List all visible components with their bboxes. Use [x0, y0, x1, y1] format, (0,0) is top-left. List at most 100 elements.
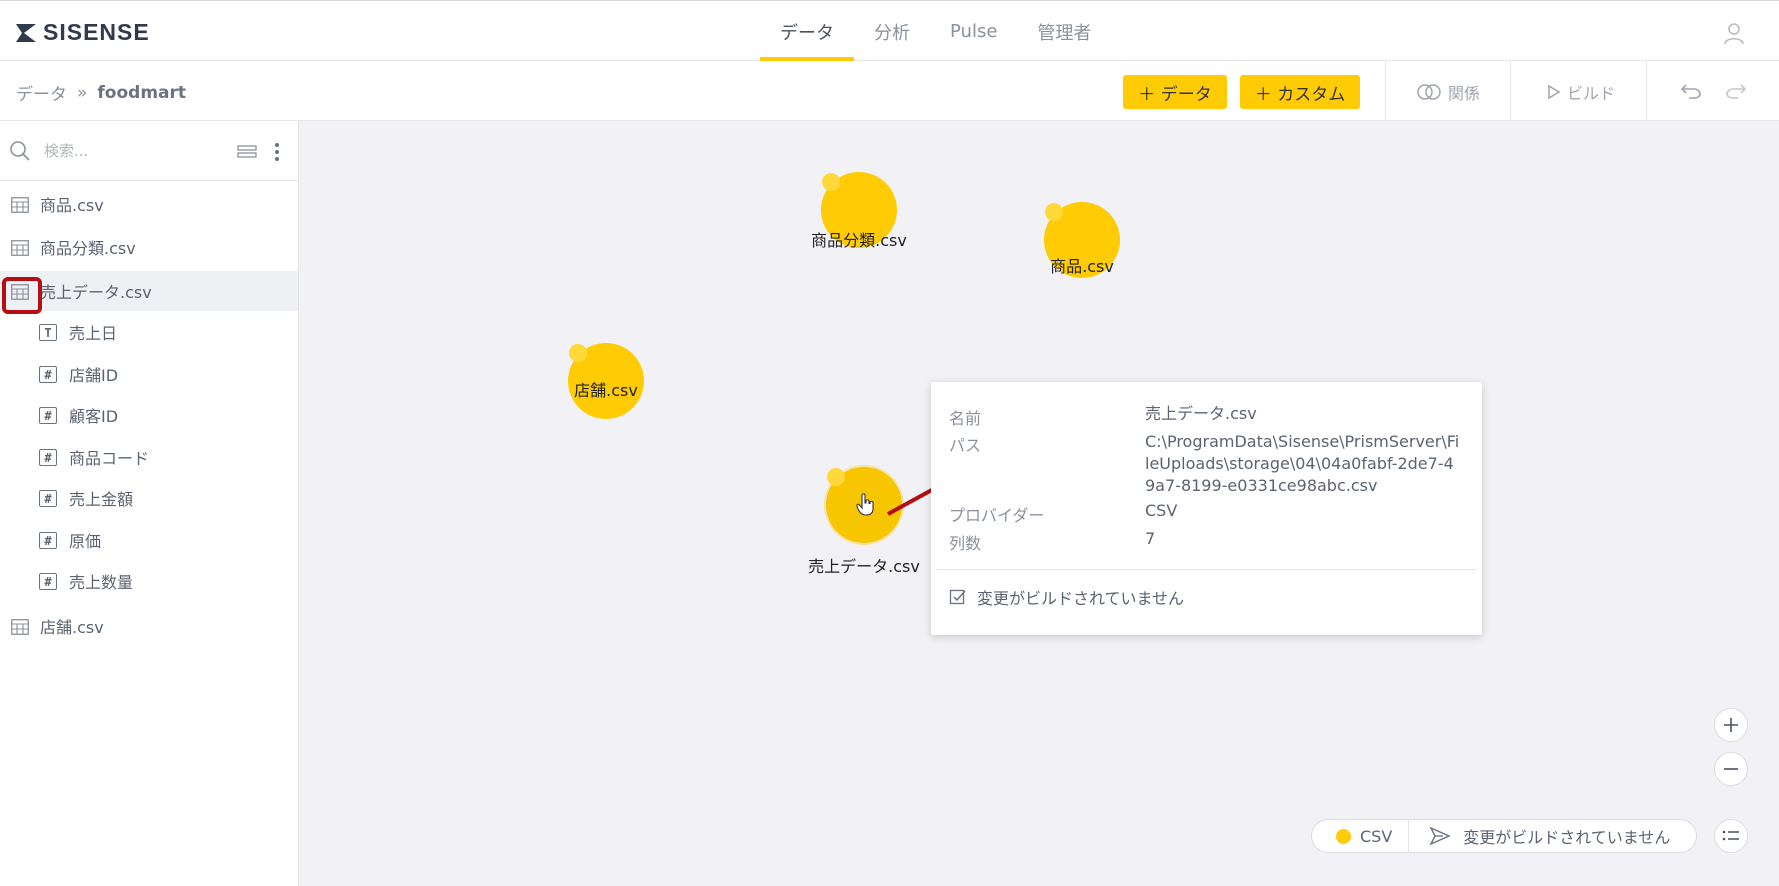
field-label: 原価: [69, 532, 102, 551]
field-label: 店舗ID: [69, 366, 119, 385]
field-item[interactable]: # 店舗ID: [0, 354, 298, 394]
toolbar-divider: [1385, 61, 1386, 121]
tooltip-columns-value: 7: [1145, 529, 1156, 548]
zoom-out-button[interactable]: [1714, 752, 1748, 786]
table-info-tooltip: 名前 売上データ.csv パス C:\ProgramData\Sisense\P…: [931, 382, 1482, 635]
toolbar-divider: [1646, 61, 1647, 121]
tooltip-path-key: パス: [949, 436, 982, 455]
legend-csv-label: CSV: [1360, 826, 1393, 846]
table-item-sales[interactable]: 売上データ.csv: [0, 271, 298, 311]
node-badge-icon: [1045, 203, 1063, 221]
csv-legend-dot: [1336, 828, 1351, 844]
field-item[interactable]: # 売上金額: [0, 478, 298, 518]
breadcrumb-separator: »: [77, 82, 88, 103]
table-item-products[interactable]: 商品.csv: [0, 184, 298, 224]
search-input[interactable]: [44, 138, 224, 164]
sisense-logo-icon: [16, 23, 36, 42]
add-data-button[interactable]: ＋ データ: [1123, 75, 1227, 109]
tooltip-name-key: 名前: [949, 409, 982, 428]
table-icon: [11, 197, 29, 213]
more-options-icon[interactable]: [274, 142, 280, 162]
toolbar-divider: [1510, 61, 1511, 121]
field-label: 売上数量: [69, 573, 134, 592]
undo-icon[interactable]: [1680, 82, 1702, 100]
checkbox-check-icon: [949, 589, 966, 605]
list-view-icon[interactable]: [237, 145, 257, 159]
plus-icon: [1724, 718, 1738, 732]
play-icon: [1548, 84, 1561, 100]
number-type-icon: #: [39, 490, 57, 507]
tab-admin[interactable]: 管理者: [1017, 1, 1111, 62]
number-type-icon: #: [39, 407, 57, 424]
field-item[interactable]: # 売上数量: [0, 561, 298, 601]
sisense-logo[interactable]: SISENSE: [15, 19, 150, 46]
node-badge-icon: [569, 344, 587, 362]
field-item[interactable]: T 売上日: [0, 312, 298, 352]
table-item-stores[interactable]: 店舗.csv: [0, 606, 298, 646]
sub-header: データ » foodmart ＋ データ ＋ カスタム 関係 ビルド: [0, 61, 1779, 121]
field-label: 売上金額: [69, 490, 134, 509]
breadcrumb-current: foodmart: [97, 82, 187, 103]
number-type-icon: #: [39, 573, 57, 590]
tooltip-columns-key: 列数: [949, 534, 982, 553]
table-item-label: 店舗.csv: [40, 618, 104, 637]
field-item[interactable]: # 顧客ID: [0, 395, 298, 435]
number-type-icon: #: [39, 532, 57, 549]
add-custom-button[interactable]: ＋ カスタム: [1240, 75, 1360, 109]
tooltip-provider-key: プロバイダー: [949, 506, 1045, 525]
legend-toggle-button[interactable]: [1714, 819, 1748, 853]
table-icon: [11, 240, 29, 256]
node-label: 商品.csv: [1050, 257, 1114, 276]
relations-label: 関係: [1448, 84, 1481, 103]
breadcrumb: データ » foodmart: [16, 80, 187, 106]
table-item-label: 商品.csv: [40, 196, 104, 215]
redo-icon[interactable]: [1725, 82, 1747, 100]
node-badge-icon: [822, 173, 840, 191]
legend-divider: [1408, 819, 1410, 853]
table-icon: [11, 619, 29, 635]
breadcrumb-root[interactable]: データ: [16, 80, 67, 105]
node-badge-icon: [827, 468, 845, 486]
build-button[interactable]: ビルド: [1547, 75, 1615, 109]
number-type-icon: #: [39, 449, 57, 466]
tab-data[interactable]: データ: [760, 1, 854, 62]
node-label: 商品分類.csv: [811, 231, 907, 250]
field-label: 顧客ID: [69, 407, 119, 426]
tooltip-name-value: 売上データ.csv: [1145, 404, 1257, 423]
field-item[interactable]: # 原価: [0, 520, 298, 560]
main-nav: データ 分析 Pulse 管理者: [760, 1, 1111, 62]
table-item-label: 売上データ.csv: [40, 283, 152, 302]
relations-icon: [1417, 84, 1441, 100]
node-label: 店舗.csv: [574, 381, 638, 400]
tab-pulse[interactable]: Pulse: [930, 1, 1017, 62]
node-label: 売上データ.csv: [808, 557, 920, 576]
tooltip-path-value: C:\ProgramData\Sisense\PrismServer\FileU…: [1145, 432, 1460, 495]
zoom-in-button[interactable]: [1714, 708, 1748, 742]
text-type-icon: T: [39, 324, 57, 341]
tooltip-divider: [937, 569, 1476, 570]
legend-bar: CSV 変更がビルドされていません: [1311, 819, 1697, 853]
build-label: ビルド: [1567, 84, 1616, 103]
minus-icon: [1724, 768, 1738, 770]
send-build-icon: [1429, 826, 1452, 846]
field-label: 商品コード: [69, 449, 150, 468]
tab-analytics[interactable]: 分析: [854, 1, 930, 62]
tooltip-status: 変更がビルドされていません: [949, 585, 1184, 609]
field-label: 売上日: [69, 324, 118, 343]
relations-button[interactable]: 関係: [1416, 75, 1480, 109]
number-type-icon: #: [39, 366, 57, 383]
table-item-label: 商品分類.csv: [40, 239, 136, 258]
user-icon[interactable]: [1722, 21, 1746, 45]
search-bar: [0, 121, 298, 181]
top-navbar: SISENSE データ 分析 Pulse 管理者: [0, 0, 1779, 62]
app-root: SISENSE データ 分析 Pulse 管理者 データ » foodmart …: [0, 0, 1779, 886]
table-item-categories[interactable]: 商品分類.csv: [0, 227, 298, 267]
sidebar: 商品.csv 商品分類.csv 売上データ.csv T 売上日 # 店舗ID: [0, 121, 299, 886]
legend-list-icon: [1722, 830, 1739, 841]
field-item[interactable]: # 商品コード: [0, 437, 298, 477]
table-icon: [11, 284, 29, 300]
search-icon: [10, 141, 30, 161]
tooltip-status-text: 変更がビルドされていません: [977, 589, 1185, 608]
tooltip-provider-value: CSV: [1145, 501, 1178, 520]
legend-status-text: 変更がビルドされていません: [1463, 828, 1671, 847]
